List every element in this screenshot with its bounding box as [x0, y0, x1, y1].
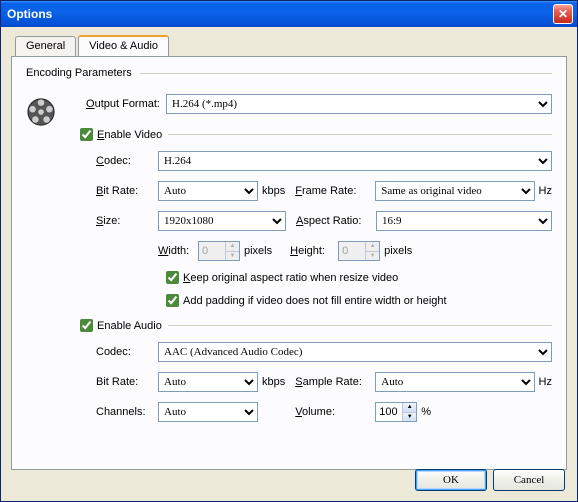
video-height-label: Height: [290, 245, 338, 257]
enable-video-label: Enable Video [97, 129, 162, 141]
video-width-spinner[interactable]: 0 ▲▼ [198, 241, 240, 261]
video-width-label: Width: [158, 245, 198, 257]
tabstrip: General Video & Audio [15, 35, 567, 56]
audio-samplerate-label: Sample Rate: [295, 376, 375, 388]
audio-bitrate-select[interactable]: Auto [158, 372, 258, 392]
video-width-unit: pixels [244, 245, 272, 257]
window-title: Options [7, 7, 52, 21]
audio-bitrate-unit: kbps [262, 376, 285, 388]
audio-channels-label: Channels: [96, 406, 158, 418]
tab-general[interactable]: General [15, 36, 76, 57]
video-framerate-unit: Hz [539, 185, 552, 197]
audio-codec-label: Codec: [96, 346, 158, 358]
close-icon: ✕ [558, 7, 568, 21]
ok-button[interactable]: OK [415, 469, 487, 491]
enable-audio-label: Enable Audio [97, 320, 162, 332]
video-size-select[interactable]: 1920x1080 [158, 211, 286, 231]
tab-video-audio[interactable]: Video & Audio [78, 35, 169, 56]
encoding-fieldset: Encoding Parameters [26, 73, 552, 74]
audio-bitrate-label: Bit Rate: [96, 376, 158, 388]
audio-volume-spinner[interactable]: 100 ▲▼ [375, 402, 417, 422]
audio-samplerate-unit: Hz [539, 376, 552, 388]
keep-aspect-label: Keep original aspect ratio when resize v… [183, 272, 398, 284]
video-height-spinner[interactable]: 0 ▲▼ [338, 241, 380, 261]
audio-codec-select[interactable]: AAC (Advanced Audio Codec) [158, 342, 552, 362]
audio-channels-select[interactable]: Auto [158, 402, 258, 422]
chevron-up-icon[interactable]: ▲ [365, 242, 379, 252]
audio-volume-unit: % [421, 406, 431, 418]
add-padding-label: Add padding if video does not fill entir… [183, 295, 447, 307]
client-area: General Video & Audio Encoding Parameter… [1, 27, 577, 480]
chevron-down-icon[interactable]: ▼ [225, 252, 239, 261]
video-bitrate-label: Bit Rate: [96, 185, 158, 197]
chevron-up-icon[interactable]: ▲ [225, 242, 239, 252]
keep-aspect-checkbox[interactable] [166, 271, 179, 284]
options-dialog: Options ✕ General Video & Audio Encoding… [0, 0, 578, 502]
output-format-select[interactable]: H.264 (*.mp4) [166, 94, 552, 114]
video-codec-select[interactable]: H.264 [158, 151, 552, 171]
chevron-up-icon[interactable]: ▲ [402, 403, 416, 413]
video-aspect-select[interactable]: 16:9 [376, 211, 552, 231]
enable-audio-checkbox[interactable] [80, 319, 93, 332]
close-button[interactable]: ✕ [553, 4, 573, 24]
enable-video-checkbox[interactable] [80, 128, 93, 141]
tab-panel: Encoding Parameters Output Format: [11, 56, 567, 470]
audio-volume-label: Volume: [295, 406, 375, 418]
chevron-down-icon[interactable]: ▼ [402, 413, 416, 422]
video-framerate-label: Frame Rate: [295, 185, 375, 197]
titlebar: Options ✕ [1, 1, 577, 27]
audio-samplerate-select[interactable]: Auto [375, 372, 534, 392]
output-format-label: Output Format: [80, 98, 166, 110]
video-size-label: Size: [96, 215, 158, 227]
video-bitrate-unit: kbps [262, 185, 285, 197]
button-bar: OK Cancel [415, 469, 565, 491]
chevron-down-icon[interactable]: ▼ [365, 252, 379, 261]
video-framerate-select[interactable]: Same as original video [375, 181, 534, 201]
film-reel-icon [26, 97, 56, 127]
cancel-button[interactable]: Cancel [493, 469, 565, 491]
encoding-legend: Encoding Parameters [26, 67, 138, 79]
video-codec-label: Codec: [96, 155, 158, 167]
add-padding-checkbox[interactable] [166, 294, 179, 307]
video-bitrate-select[interactable]: Auto [158, 181, 258, 201]
video-aspect-label: Aspect Ratio: [296, 215, 376, 227]
video-height-unit: pixels [384, 245, 412, 257]
